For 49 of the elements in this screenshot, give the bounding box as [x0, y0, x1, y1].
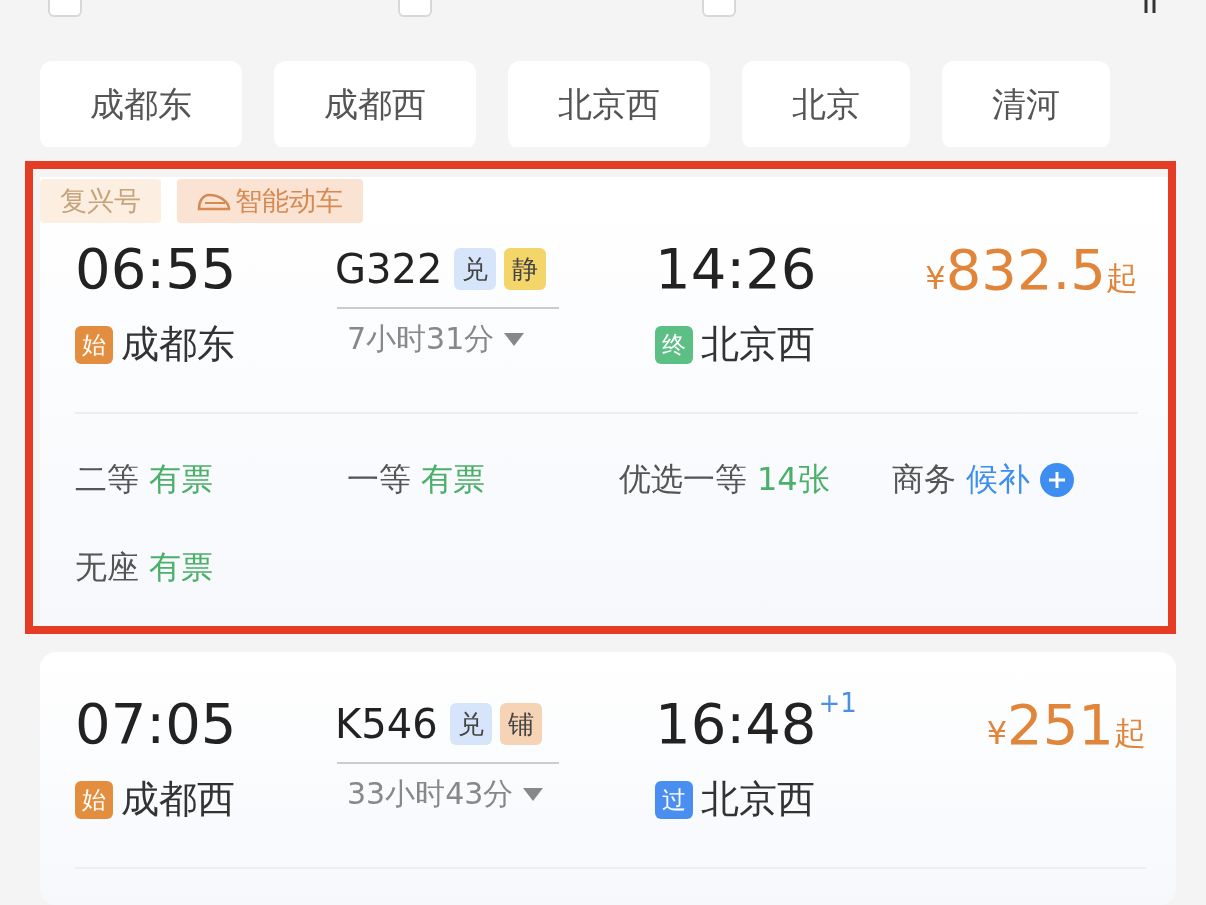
station-badge: 始: [75, 780, 113, 819]
plus-icon[interactable]: [1040, 463, 1074, 497]
train-badge: 铺: [499, 703, 542, 745]
currency-sign: ¥: [986, 714, 1008, 752]
station-badge: 始: [75, 325, 113, 364]
train-tag: 复兴号: [40, 179, 161, 223]
train-icon: [197, 191, 231, 211]
price-suffix: 起: [1106, 258, 1138, 299]
seat-class: 一等: [347, 459, 411, 500]
train-badge: 兑: [454, 248, 497, 290]
price: 251: [1007, 692, 1114, 757]
seat-status: 有票: [149, 459, 213, 500]
seat-status: 14张: [757, 459, 830, 500]
departure-station: 成都西: [121, 776, 235, 823]
station-chip[interactable]: 清河: [942, 61, 1110, 147]
seat-status: 有票: [149, 547, 213, 588]
caret-icon: [504, 332, 525, 347]
station-badge: 终: [655, 325, 693, 364]
seat-class: 商务: [892, 459, 956, 500]
arrival-station: 北京西: [701, 776, 815, 823]
train-badge: 兑: [449, 703, 492, 745]
station-chip[interactable]: 北京西: [508, 61, 710, 147]
train-card[interactable]: 复兴号 智能动车 06:55 始 成都东 G322 兑 静 7小时31分 14:26 终 北京西 ¥832.5起 二等 有票 一等 有票 优选一等 14张 商务 候补 无座 有票: [40, 177, 1168, 626]
station-chip[interactable]: 北京: [742, 61, 910, 147]
duration: 7小时31分: [347, 320, 495, 358]
departure-time: 06:55: [75, 237, 238, 301]
station-chip[interactable]: 成都西: [274, 61, 476, 147]
seat-class: 二等: [75, 459, 139, 500]
departure-station: 成都东: [121, 321, 235, 368]
price: 832.5: [945, 237, 1106, 302]
price-suffix: 起: [1114, 713, 1146, 754]
seat-class: 无座: [75, 547, 139, 588]
seat-status: 有票: [421, 459, 485, 500]
seat-status: 候补: [966, 459, 1030, 500]
duration: 33小时43分: [347, 775, 514, 813]
caret-icon: [523, 787, 544, 802]
currency-sign: ¥: [925, 259, 946, 297]
train-number: G322: [335, 246, 443, 292]
train-number: K546: [335, 701, 438, 747]
departure-time: 07:05: [75, 692, 238, 756]
seat-class: 优选一等: [619, 459, 747, 500]
train-tag: 智能动车: [177, 179, 363, 223]
station-badge: 过: [655, 780, 693, 819]
arrival-time: 16:48: [655, 692, 817, 756]
arrival-time: 14:26: [655, 237, 817, 301]
train-badge: 静: [504, 248, 547, 290]
arrival-station: 北京西: [701, 321, 815, 368]
station-chip[interactable]: 成都东: [40, 61, 242, 147]
day-offset: +1: [818, 688, 857, 718]
